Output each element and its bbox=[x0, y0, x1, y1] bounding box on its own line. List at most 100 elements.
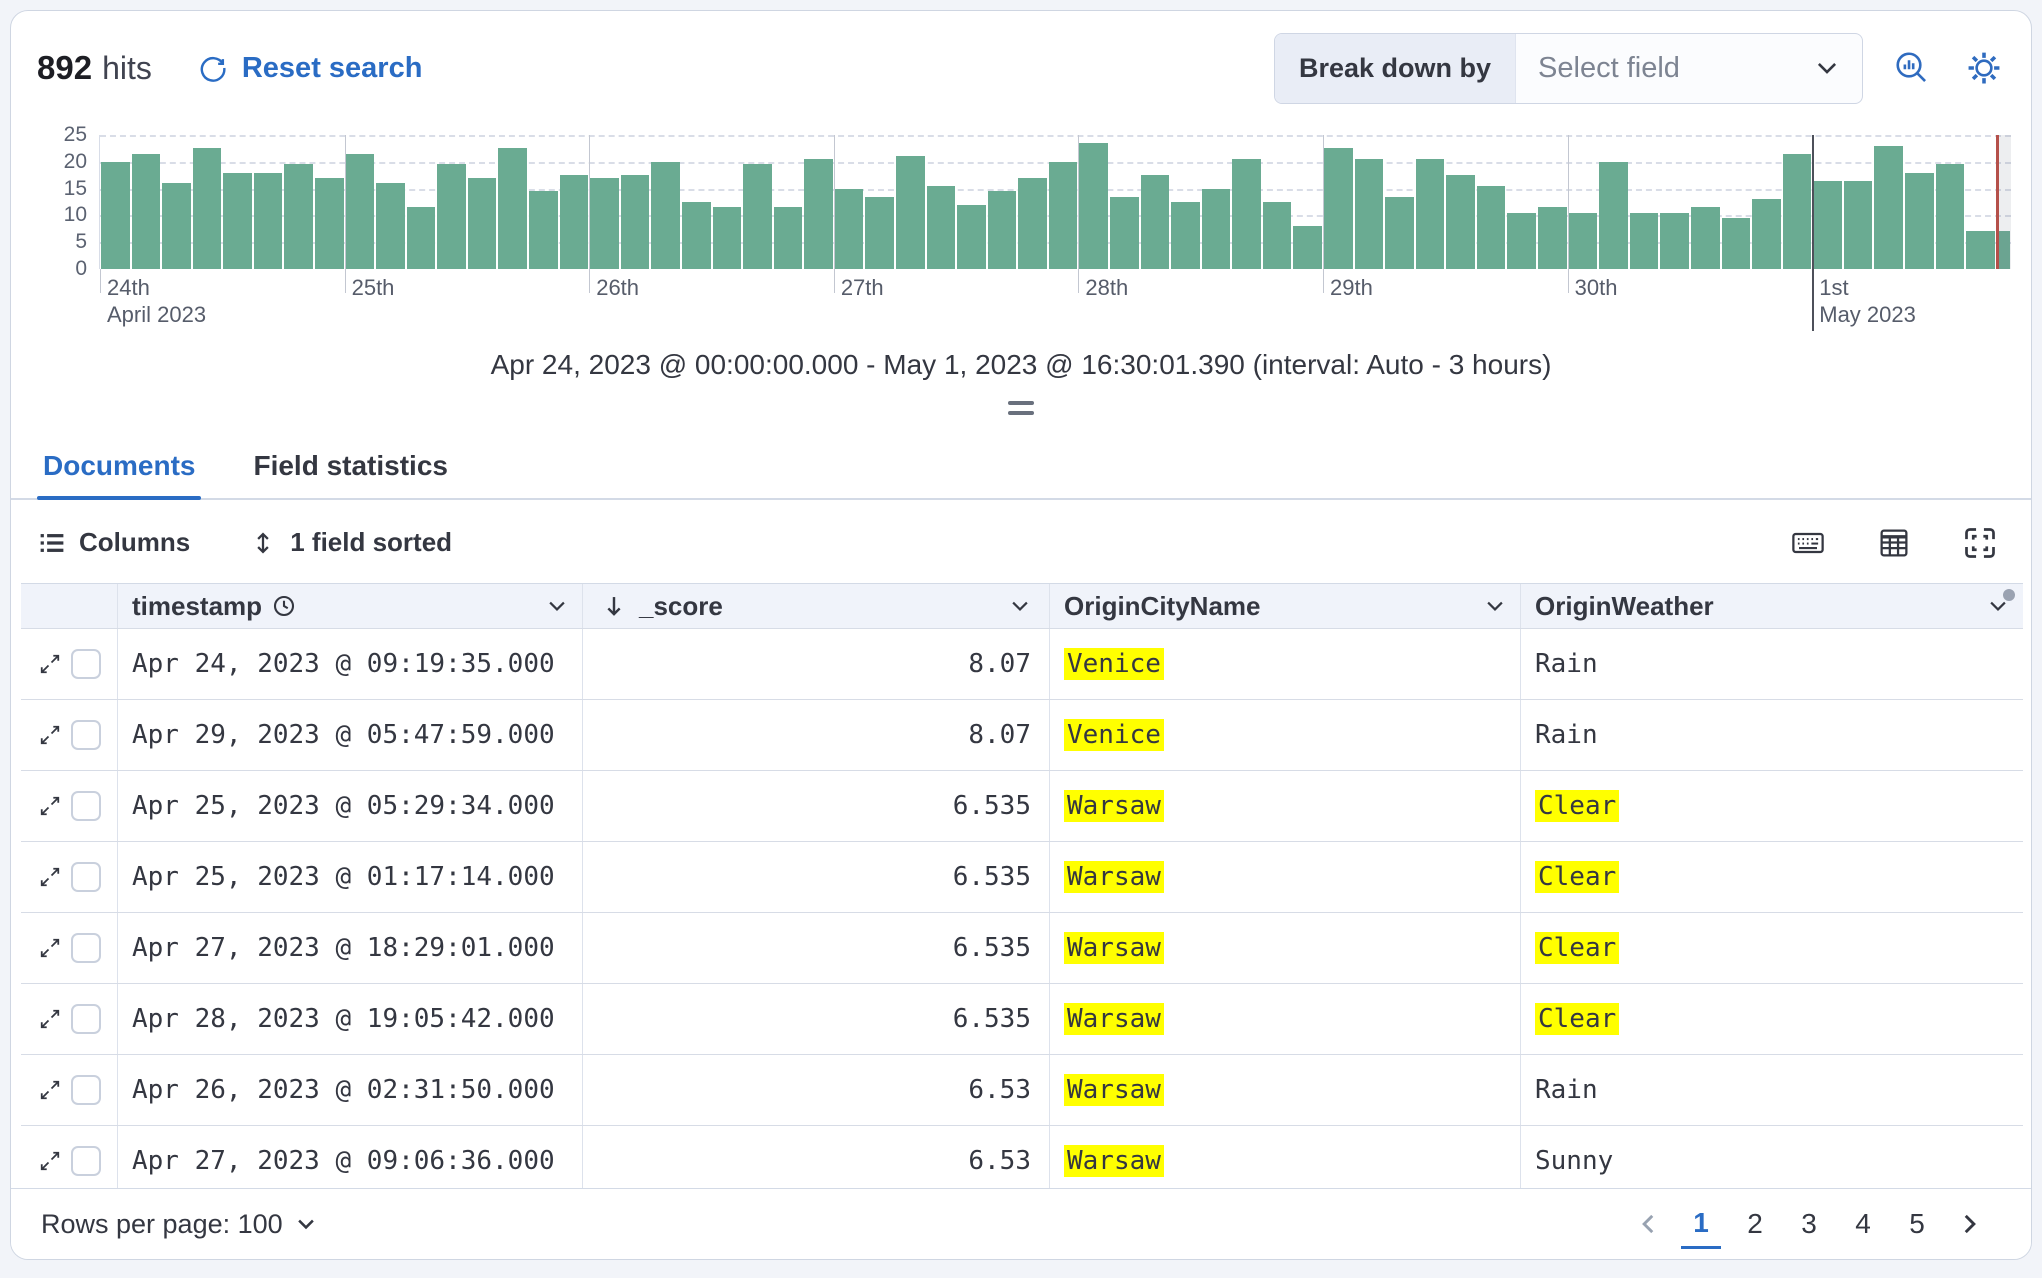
next-page-icon[interactable] bbox=[1951, 1201, 1987, 1247]
histogram-bar[interactable] bbox=[1721, 218, 1751, 269]
histogram-bar[interactable] bbox=[1446, 175, 1475, 269]
row-checkbox[interactable] bbox=[70, 1075, 101, 1105]
histogram-bar[interactable] bbox=[253, 172, 283, 269]
histogram-bar[interactable] bbox=[1935, 164, 1965, 269]
histogram-bar[interactable] bbox=[1568, 212, 1598, 269]
row-checkbox[interactable] bbox=[70, 862, 101, 892]
expand-row-icon[interactable] bbox=[38, 652, 62, 676]
histogram-bar[interactable] bbox=[498, 148, 528, 269]
histogram-bar[interactable] bbox=[804, 159, 833, 269]
header-origin-city[interactable]: OriginCityName bbox=[1050, 584, 1521, 628]
histogram-bar[interactable] bbox=[1507, 212, 1537, 269]
histogram-bar[interactable] bbox=[865, 196, 894, 269]
histogram-bar[interactable] bbox=[681, 202, 711, 269]
histogram-bar[interactable] bbox=[1874, 145, 1903, 269]
histogram-bar[interactable] bbox=[743, 164, 772, 269]
row-checkbox[interactable] bbox=[70, 1004, 101, 1034]
page-button-1[interactable]: 1 bbox=[1681, 1200, 1721, 1249]
expand-row-icon[interactable] bbox=[38, 1007, 62, 1031]
histogram-bar[interactable] bbox=[926, 185, 956, 269]
histogram-bar[interactable] bbox=[1629, 212, 1659, 269]
histogram-bar[interactable] bbox=[1324, 148, 1353, 269]
histogram-bar[interactable] bbox=[1599, 161, 1628, 269]
histogram-bar[interactable] bbox=[1018, 177, 1047, 269]
row-checkbox[interactable] bbox=[70, 720, 101, 750]
histogram-bar[interactable] bbox=[1690, 207, 1720, 269]
header-origin-weather[interactable]: OriginWeather bbox=[1521, 584, 2023, 628]
page-button-2[interactable]: 2 bbox=[1735, 1201, 1775, 1247]
histogram-bar[interactable] bbox=[284, 164, 314, 269]
histogram-bar[interactable] bbox=[834, 188, 864, 269]
histogram-bar[interactable] bbox=[467, 177, 497, 269]
page-button-4[interactable]: 4 bbox=[1843, 1201, 1883, 1247]
histogram-bar[interactable] bbox=[162, 183, 191, 269]
row-checkbox[interactable] bbox=[70, 791, 101, 821]
breakdown-field-select[interactable]: Select field bbox=[1516, 34, 1862, 103]
histogram-bar[interactable] bbox=[1966, 231, 1995, 269]
row-checkbox[interactable] bbox=[70, 933, 101, 963]
histogram-bar[interactable] bbox=[192, 148, 222, 269]
histogram-bar[interactable] bbox=[1354, 159, 1384, 269]
histogram-bar[interactable] bbox=[1660, 212, 1689, 269]
histogram-bar[interactable] bbox=[1048, 161, 1078, 269]
histogram-bar[interactable] bbox=[1079, 143, 1108, 269]
histogram-bar[interactable] bbox=[957, 204, 986, 269]
histogram-bar[interactable] bbox=[437, 164, 466, 269]
histogram-bar[interactable] bbox=[1385, 196, 1414, 269]
row-checkbox[interactable] bbox=[70, 649, 101, 679]
tab-documents[interactable]: Documents bbox=[37, 450, 202, 500]
histogram-bar[interactable] bbox=[773, 207, 803, 269]
resize-handle[interactable] bbox=[11, 401, 2031, 415]
histogram-bar[interactable] bbox=[1752, 199, 1781, 269]
expand-row-icon[interactable] bbox=[38, 794, 62, 818]
header-score[interactable]: _score bbox=[583, 584, 1050, 628]
histogram-bar[interactable] bbox=[345, 153, 375, 269]
sort-fields-button[interactable]: 1 field sorted bbox=[250, 527, 452, 558]
histogram-bar[interactable] bbox=[1813, 180, 1842, 269]
histogram-bar[interactable] bbox=[559, 175, 589, 269]
header-timestamp[interactable]: timestamp bbox=[118, 584, 583, 628]
histogram-bar[interactable] bbox=[376, 183, 405, 269]
columns-button[interactable]: Columns bbox=[39, 527, 190, 558]
histogram-bar[interactable] bbox=[895, 156, 925, 269]
histogram-bar[interactable] bbox=[1476, 185, 1506, 269]
histogram-bar[interactable] bbox=[1538, 207, 1567, 269]
row-checkbox[interactable] bbox=[70, 1146, 101, 1176]
tab-field-statistics[interactable]: Field statistics bbox=[247, 450, 454, 498]
previous-page-icon[interactable] bbox=[1631, 1201, 1667, 1247]
display-options-table-icon[interactable] bbox=[1871, 520, 1917, 566]
rows-per-page-button[interactable]: Rows per page: 100 bbox=[41, 1209, 317, 1240]
histogram-bar[interactable] bbox=[101, 161, 130, 269]
histogram-bar[interactable] bbox=[1171, 202, 1200, 269]
scrollbar-thumb[interactable] bbox=[2003, 589, 2015, 601]
expand-row-icon[interactable] bbox=[38, 865, 62, 889]
gear-icon[interactable] bbox=[1961, 45, 2007, 91]
histogram-bar[interactable] bbox=[1293, 226, 1323, 269]
expand-row-icon[interactable] bbox=[38, 723, 62, 747]
histogram-bar[interactable] bbox=[1262, 202, 1292, 269]
histogram-bar[interactable] bbox=[223, 172, 252, 269]
histogram-bar[interactable] bbox=[1843, 180, 1873, 269]
expand-row-icon[interactable] bbox=[38, 1078, 62, 1102]
fullscreen-icon[interactable] bbox=[1957, 520, 2003, 566]
histogram-bar[interactable] bbox=[987, 191, 1017, 269]
inspect-icon[interactable] bbox=[1889, 45, 1935, 91]
histogram-bar[interactable] bbox=[1110, 196, 1139, 269]
histogram-bar[interactable] bbox=[620, 175, 650, 269]
histogram-bar[interactable] bbox=[590, 177, 619, 269]
reset-search-button[interactable]: Reset search bbox=[198, 52, 422, 85]
page-button-3[interactable]: 3 bbox=[1789, 1201, 1829, 1247]
histogram-bar[interactable] bbox=[406, 207, 436, 269]
page-button-5[interactable]: 5 bbox=[1897, 1201, 1937, 1247]
expand-row-icon[interactable] bbox=[38, 1149, 62, 1173]
expand-row-icon[interactable] bbox=[38, 936, 62, 960]
keyboard-icon[interactable] bbox=[1785, 520, 1831, 566]
histogram-bar[interactable] bbox=[1415, 159, 1445, 269]
histogram-bar[interactable] bbox=[712, 207, 742, 269]
histogram-bar[interactable] bbox=[131, 153, 161, 269]
histogram-bar[interactable] bbox=[1904, 172, 1934, 269]
histogram-bar[interactable] bbox=[529, 191, 558, 269]
histogram-bar[interactable] bbox=[1782, 153, 1812, 269]
histogram-bar[interactable] bbox=[315, 177, 344, 269]
histogram-bar[interactable] bbox=[1232, 159, 1261, 269]
